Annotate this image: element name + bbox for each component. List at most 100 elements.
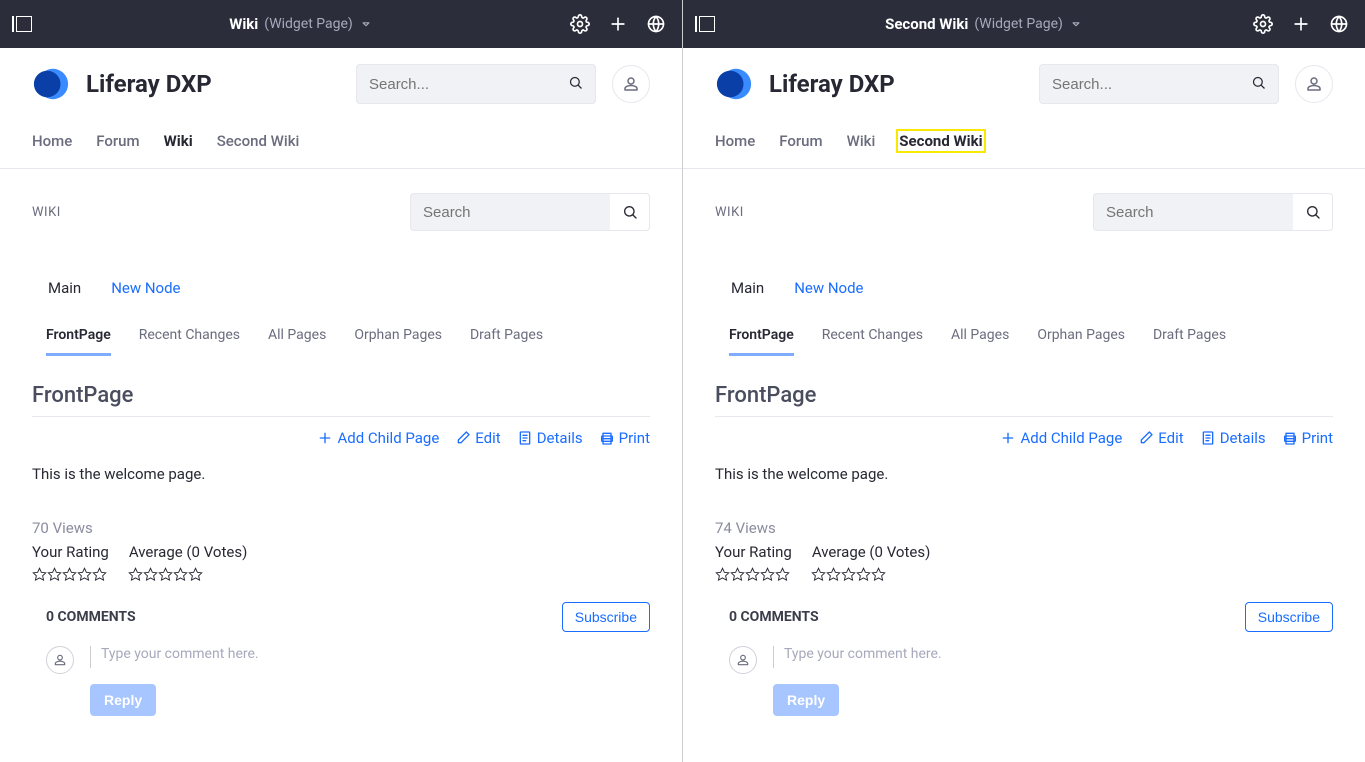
tab-recent-changes[interactable]: Recent Changes <box>822 327 923 356</box>
wiki-node-new-node[interactable]: New Node <box>111 279 180 297</box>
edit-button[interactable]: Edit <box>1138 429 1183 447</box>
search-icon[interactable] <box>568 75 583 93</box>
star-icon[interactable] <box>715 567 730 582</box>
tab-all-pages[interactable]: All Pages <box>951 327 1009 356</box>
nav-item-forum[interactable]: Forum <box>779 132 822 150</box>
wiki-tabs: FrontPage Recent Changes All Pages Orphan P… <box>715 327 1333 357</box>
gear-icon[interactable] <box>1253 14 1273 34</box>
details-button[interactable]: Details <box>1200 429 1266 447</box>
sidebar-toggle-icon[interactable] <box>16 16 32 32</box>
star-icon[interactable] <box>32 567 47 582</box>
user-avatar[interactable] <box>1295 65 1333 103</box>
star-icon[interactable] <box>775 567 790 582</box>
page-actions: Add Child Page Edit Details Print <box>32 429 650 447</box>
comments-count: 0 COMMENTS <box>729 609 819 625</box>
tab-frontpage[interactable]: FrontPage <box>46 327 111 356</box>
comment-input[interactable]: Type your comment here. <box>773 646 1333 668</box>
page-title: FrontPage <box>32 383 650 408</box>
nav-item-wiki[interactable]: Wiki <box>847 132 876 150</box>
wiki-node-main[interactable]: Main <box>731 279 764 297</box>
star-icon[interactable] <box>745 567 760 582</box>
portlet-search-button[interactable] <box>1293 193 1333 231</box>
add-child-page-button[interactable]: Add Child Page <box>1000 429 1122 447</box>
wiki-tabs: FrontPage Recent Changes All Pages Orphan P… <box>32 327 650 357</box>
site-logo[interactable] <box>715 65 753 103</box>
portlet-search <box>1093 193 1333 231</box>
topbar: Wiki (Widget Page) <box>0 0 682 48</box>
caret-down-icon[interactable] <box>359 17 373 31</box>
comment-input[interactable]: Type your comment here. <box>90 646 650 668</box>
print-button[interactable]: Print <box>1282 429 1333 447</box>
caret-down-icon[interactable] <box>1069 17 1083 31</box>
star-icon[interactable] <box>173 567 188 582</box>
your-rating-stars[interactable] <box>715 567 791 582</box>
wiki-content: This is the welcome page. <box>715 465 1333 483</box>
global-search[interactable] <box>1039 64 1279 104</box>
user-avatar[interactable] <box>612 65 650 103</box>
star-icon[interactable] <box>77 567 92 582</box>
details-button[interactable]: Details <box>517 429 583 447</box>
tab-all-pages[interactable]: All Pages <box>268 327 326 356</box>
topbar: Second Wiki (Widget Page) <box>683 0 1365 48</box>
tab-recent-changes[interactable]: Recent Changes <box>139 327 240 356</box>
portlet-search-button[interactable] <box>610 193 650 231</box>
portlet-search-input[interactable] <box>1093 193 1293 231</box>
wiki-portlet: WIKI Main New Node FrontPage Recent Change… <box>683 169 1365 740</box>
star-icon[interactable] <box>92 567 107 582</box>
globe-icon[interactable] <box>1329 14 1349 34</box>
reply-button[interactable]: Reply <box>773 684 839 716</box>
star-icon[interactable] <box>47 567 62 582</box>
reply-button[interactable]: Reply <box>90 684 156 716</box>
view-count: 74 Views <box>715 519 1333 537</box>
tab-orphan-pages[interactable]: Orphan Pages <box>354 327 442 356</box>
your-rating-stars[interactable] <box>32 567 108 582</box>
tab-orphan-pages[interactable]: Orphan Pages <box>1037 327 1125 356</box>
tab-draft-pages[interactable]: Draft Pages <box>1153 327 1226 356</box>
plus-icon[interactable] <box>1291 14 1311 34</box>
view-count: 70 Views <box>32 519 650 537</box>
nav-item-forum[interactable]: Forum <box>96 132 139 150</box>
portlet-search-input[interactable] <box>410 193 610 231</box>
star-icon[interactable] <box>856 567 871 582</box>
edit-button[interactable]: Edit <box>455 429 500 447</box>
add-child-page-button[interactable]: Add Child Page <box>317 429 439 447</box>
your-rating-label: Your Rating <box>32 543 109 561</box>
wiki-node-main[interactable]: Main <box>48 279 81 297</box>
nav-item-home[interactable]: Home <box>32 132 72 150</box>
search-icon[interactable] <box>1251 75 1266 93</box>
star-icon[interactable] <box>188 567 203 582</box>
star-icon[interactable] <box>811 567 826 582</box>
nav-item-second-wiki[interactable]: Second Wiki <box>899 132 982 150</box>
star-icon[interactable] <box>62 567 77 582</box>
star-icon[interactable] <box>760 567 775 582</box>
gear-icon[interactable] <box>570 14 590 34</box>
portlet-title: WIKI <box>715 205 744 220</box>
nav-item-home[interactable]: Home <box>715 132 755 150</box>
subscribe-button[interactable]: Subscribe <box>1245 602 1333 632</box>
subscribe-button[interactable]: Subscribe <box>562 602 650 632</box>
page-title: FrontPage <box>715 383 1333 408</box>
nav-item-second-wiki[interactable]: Second Wiki <box>217 132 300 150</box>
wiki-node-new-node[interactable]: New Node <box>794 279 863 297</box>
tab-draft-pages[interactable]: Draft Pages <box>470 327 543 356</box>
star-icon[interactable] <box>871 567 886 582</box>
star-icon[interactable] <box>730 567 745 582</box>
star-icon[interactable] <box>143 567 158 582</box>
average-rating-stars <box>128 567 203 582</box>
nav-item-wiki[interactable]: Wiki <box>164 132 193 150</box>
star-icon[interactable] <box>128 567 143 582</box>
star-icon[interactable] <box>841 567 856 582</box>
average-rating-label: Average (0 Votes) <box>812 543 930 561</box>
global-search[interactable] <box>356 64 596 104</box>
global-search-input[interactable] <box>1052 76 1251 93</box>
print-button[interactable]: Print <box>599 429 650 447</box>
average-rating-label: Average (0 Votes) <box>129 543 247 561</box>
sidebar-toggle-icon[interactable] <box>699 16 715 32</box>
star-icon[interactable] <box>826 567 841 582</box>
plus-icon[interactable] <box>608 14 628 34</box>
site-logo[interactable] <box>32 65 70 103</box>
tab-frontpage[interactable]: FrontPage <box>729 327 794 356</box>
globe-icon[interactable] <box>646 14 666 34</box>
global-search-input[interactable] <box>369 76 568 93</box>
star-icon[interactable] <box>158 567 173 582</box>
